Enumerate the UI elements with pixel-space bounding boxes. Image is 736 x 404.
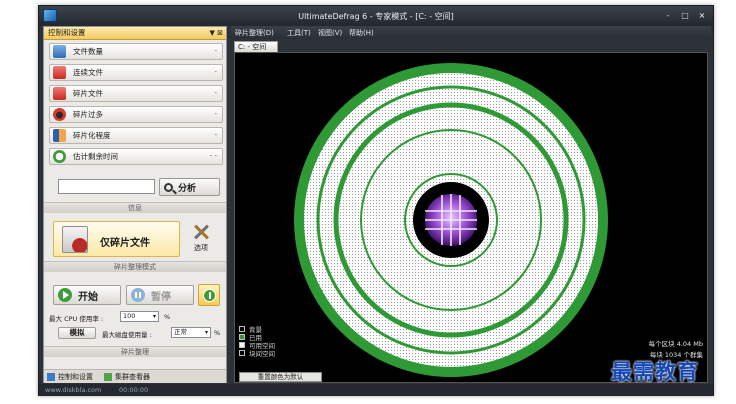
- tab-label: 集群查看器: [115, 373, 150, 381]
- status-time: 00:00:00: [119, 386, 149, 394]
- cluster-map[interactable]: 背景 已用 可用空间 块间空间 重置颜色为默认 每个区块 4.04 Mb 每块 …: [234, 52, 708, 383]
- legend-swatch: [239, 350, 245, 356]
- power-icon: [203, 289, 216, 302]
- start-button[interactable]: 开始: [53, 285, 121, 305]
- analyze-row: 分析: [58, 178, 220, 196]
- stat-value: -: [214, 110, 217, 118]
- too-fragmented-icon: [53, 108, 66, 121]
- close-button[interactable]: ×: [695, 10, 709, 21]
- stat-value: -: [214, 131, 217, 139]
- settings-icon: [47, 373, 55, 381]
- fragmentation-level-icon: [53, 129, 66, 142]
- window-controls: - □ ×: [661, 10, 709, 21]
- disk-usage-value: 正常: [174, 328, 187, 336]
- stat-label: 碎片化程度: [73, 131, 111, 140]
- disk-rings-svg: [294, 63, 608, 377]
- stat-value: - -: [209, 152, 217, 160]
- stat-label: 文件数量: [73, 47, 103, 56]
- minimize-button[interactable]: -: [661, 10, 675, 21]
- stat-value: -: [214, 89, 217, 97]
- legend-swatch: [239, 334, 245, 340]
- cluster-viewer-icon: [104, 373, 112, 381]
- mode-caption: 碎片整理模式: [44, 261, 226, 272]
- legend-label: 块间空间: [249, 350, 275, 358]
- cpu-usage-select[interactable]: 100 ▾: [120, 311, 159, 322]
- tab-control-settings[interactable]: 控制和设置: [47, 371, 93, 383]
- app-window: UltimateDefrag 6 - 专家模式 - [C: - 空间] - □ …: [38, 5, 714, 396]
- clock-icon: [53, 150, 66, 163]
- legend-block-gap[interactable]: 块间空间: [239, 349, 275, 358]
- control-caption: 碎片整理: [44, 346, 226, 357]
- cpu-usage-label: 最大 CPU 使用率 :: [49, 315, 104, 323]
- panel-title: 控制和设置: [48, 28, 86, 37]
- stat-file-count[interactable]: 文件数量 -: [49, 43, 223, 60]
- watermark: 最需教育: [611, 359, 699, 384]
- chevron-down-icon: ▾: [152, 313, 156, 320]
- stat-time-remaining[interactable]: 估计剩余时间 - -: [49, 148, 223, 165]
- reset-colors-button[interactable]: 重置颜色为默认: [239, 372, 322, 382]
- legend-swatch: [239, 326, 245, 332]
- menu-view[interactable]: 视图(V): [318, 28, 342, 38]
- control-panel: 控制和设置 ▼ ⊠ 文件数量 - 连续文件 - 碎片文件 - 碎片过多 - 碎片…: [43, 26, 227, 383]
- fragmented-files-icon: [53, 87, 66, 100]
- chevron-down-icon: ▾: [204, 329, 208, 336]
- pause-icon: [131, 288, 145, 302]
- play-icon: [58, 288, 72, 302]
- tab-label: 控制和设置: [58, 373, 93, 381]
- info-stats: 文件数量 - 连续文件 - 碎片文件 - 碎片过多 - 碎片化程度 - 估计剩余…: [44, 40, 226, 165]
- tab-drive-view[interactable]: C: - 空间: [234, 41, 278, 52]
- fragmented-only-mode-button[interactable]: 仅碎片文件: [53, 221, 180, 257]
- title-bar: UltimateDefrag 6 - 专家模式 - [C: - 空间] - □ …: [39, 6, 713, 26]
- contiguous-files-icon: [53, 66, 66, 79]
- stat-value: -: [214, 47, 217, 55]
- disk-usage-label: 最大磁盘使用量 :: [102, 331, 152, 339]
- panel-tabs: 控制和设置 集群查看器: [44, 369, 226, 383]
- options-button[interactable]: 选项: [186, 223, 216, 257]
- stat-value: -: [214, 68, 217, 76]
- menu-defrag[interactable]: 碎片整理(D): [235, 28, 274, 38]
- analyze-button[interactable]: 分析: [159, 178, 220, 196]
- legend-swatch: [239, 342, 245, 348]
- magnifier-icon: [164, 182, 173, 192]
- mode-icon: [62, 226, 88, 253]
- stat-label: 连续文件: [73, 68, 103, 77]
- pause-button[interactable]: 暂停: [126, 285, 194, 305]
- drive-filter-input[interactable]: [58, 179, 155, 194]
- disk-rings: [294, 63, 608, 377]
- defrag-controls: 开始 暂停 最大 CPU 使用率 : 100 ▾ % 模拟 最大磁盘使用量 : …: [44, 283, 226, 355]
- maximize-button[interactable]: □: [678, 10, 692, 21]
- menu-tools[interactable]: 工具(T): [287, 28, 311, 38]
- analyze-label: 分析: [178, 183, 197, 194]
- block-size-info: 每个区块 4.04 Mb: [648, 340, 703, 348]
- mode-label: 仅碎片文件: [100, 238, 150, 249]
- panel-header: 控制和设置 ▼ ⊠: [44, 27, 226, 40]
- files-icon: [53, 45, 66, 58]
- stat-fragmentation-level[interactable]: 碎片化程度 -: [49, 127, 223, 144]
- cpu-unit: %: [164, 313, 171, 321]
- stat-too-fragmented[interactable]: 碎片过多 -: [49, 106, 223, 123]
- stat-contiguous-files[interactable]: 连续文件 -: [49, 64, 223, 81]
- stat-label: 碎片文件: [73, 89, 103, 98]
- window-title: UltimateDefrag 6 - 专家模式 - [C: - 空间]: [298, 12, 454, 21]
- stat-fragmented-files[interactable]: 碎片文件 -: [49, 85, 223, 102]
- pause-label: 暂停: [151, 291, 171, 303]
- tools-icon: [192, 223, 210, 241]
- disk-usage-select[interactable]: 正常 ▾: [171, 327, 211, 338]
- stop-button[interactable]: [198, 284, 220, 306]
- stat-label: 碎片过多: [73, 110, 103, 119]
- start-label: 开始: [78, 291, 98, 303]
- options-label: 选项: [194, 244, 208, 252]
- tab-cluster-viewer[interactable]: 集群查看器: [104, 371, 150, 383]
- color-legend: 背景 已用 可用空间 块间空间: [239, 325, 275, 358]
- panel-pin-buttons[interactable]: ▼ ⊠: [210, 27, 223, 39]
- info-caption: 信息: [44, 202, 226, 213]
- simulate-button[interactable]: 模拟: [58, 327, 96, 339]
- status-url: www.diskbla.com: [45, 386, 102, 394]
- stat-label: 估计剩余时间: [73, 152, 118, 161]
- disk-unit: %: [214, 329, 221, 337]
- menu-bar: 碎片整理(D) 工具(T) 视图(V) 帮助(H): [231, 26, 711, 39]
- menu-help[interactable]: 帮助(H): [349, 28, 374, 38]
- cpu-usage-value: 100: [123, 312, 136, 320]
